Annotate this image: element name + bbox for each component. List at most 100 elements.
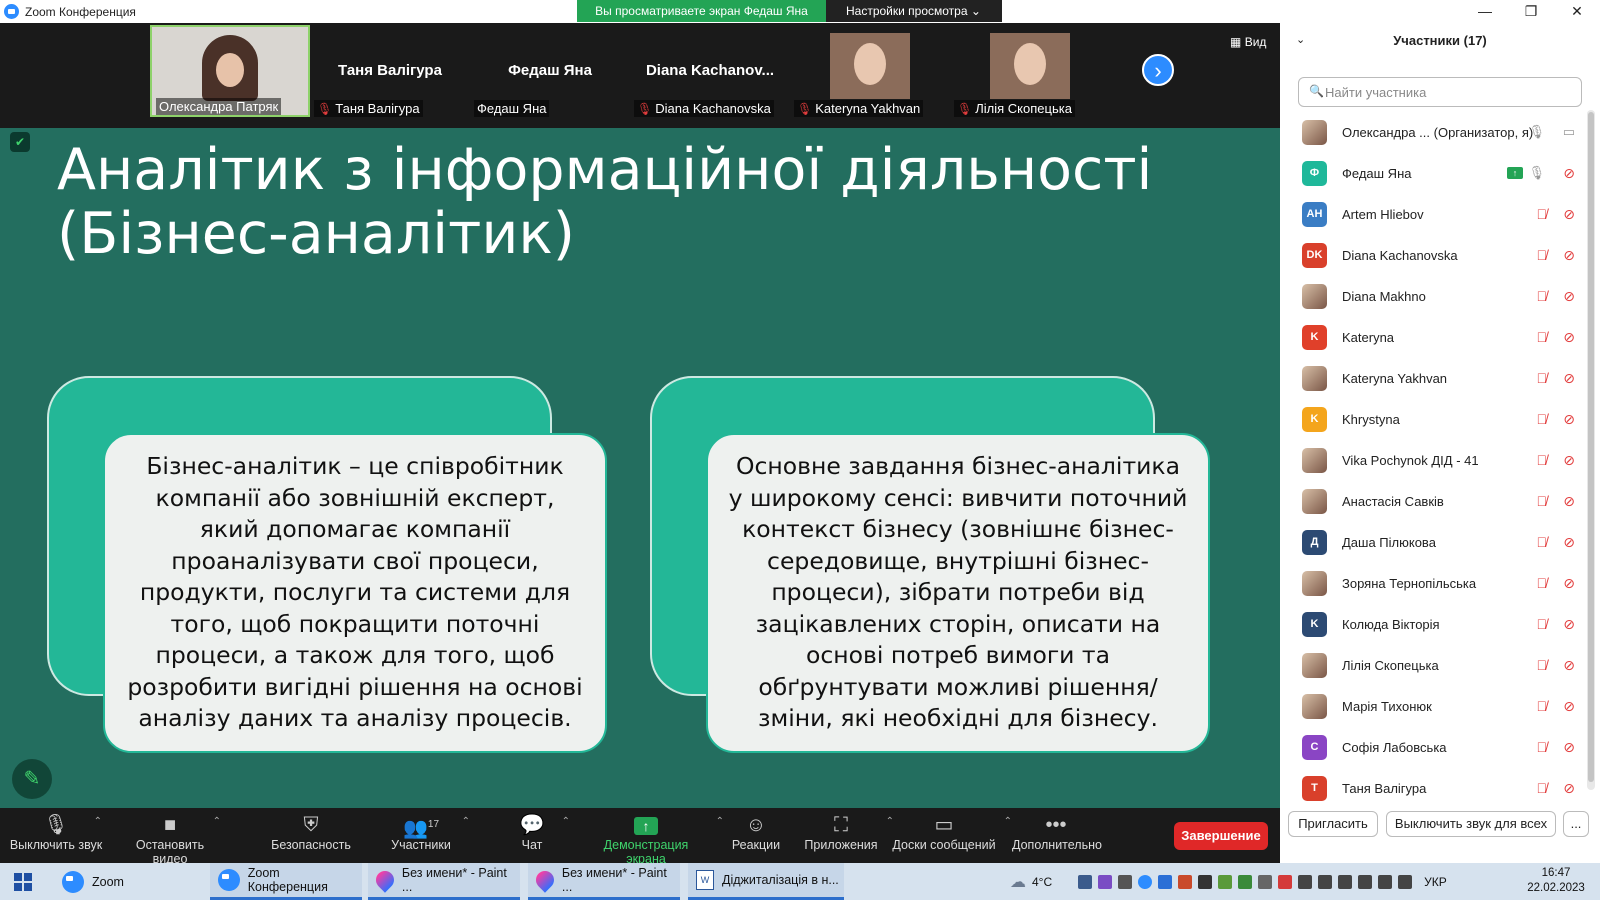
participant-row[interactable]: Д Даша Пілюкова 🎙̸ ⊘	[1280, 522, 1585, 563]
video-off-icon[interactable]: ⊘	[1563, 165, 1575, 182]
mic-muted-icon[interactable]: 🎙̸	[1537, 780, 1548, 796]
stop-video-button[interactable]: ■ Остановить видео ⌃	[117, 812, 223, 866]
tray-app-icon[interactable]	[1258, 874, 1273, 889]
mic-muted-icon[interactable]: 🎙̸	[1537, 288, 1548, 304]
view-button[interactable]: ▦ Вид	[1230, 35, 1266, 49]
participant-row[interactable]: Kateryna Yakhvan 🎙̸ ⊘	[1280, 358, 1585, 399]
participant-row[interactable]: Diana Makhno 🎙̸ ⊘	[1280, 276, 1585, 317]
speaker-icon[interactable]	[1358, 874, 1373, 889]
battery-icon[interactable]	[1398, 874, 1413, 889]
video-tile[interactable]: 🎙 Лілія Скопецька	[950, 25, 1110, 117]
participant-row[interactable]: K Khrystyna 🎙̸ ⊘	[1280, 399, 1585, 440]
tray-app-icon[interactable]	[1178, 874, 1193, 889]
participant-row[interactable]: Vika Pochynok ДІД - 41 🎙̸ ⊘	[1280, 440, 1585, 481]
tray-app-icon[interactable]	[1118, 874, 1133, 889]
video-off-icon[interactable]: ⊘	[1563, 247, 1575, 264]
video-off-icon[interactable]: ⊘	[1563, 534, 1575, 551]
video-tile[interactable]: Олександра Патряк	[150, 25, 310, 117]
mic-muted-icon[interactable]: 🎙̸	[1537, 698, 1548, 714]
participant-row[interactable]: Олександра ... (Организатор, я) 🎙 ▭	[1280, 112, 1585, 153]
mic-muted-icon[interactable]: 🎙̸	[1537, 411, 1548, 427]
taskbar-paint-2[interactable]: Без имени* - Paint ...	[528, 863, 680, 900]
tray-app-icon[interactable]	[1238, 874, 1253, 889]
participant-row[interactable]: AH Artem Hliebov 🎙̸ ⊘	[1280, 194, 1585, 235]
panel-more-button[interactable]: ...	[1563, 811, 1589, 837]
video-off-icon[interactable]: ⊘	[1563, 780, 1575, 797]
chevron-up-icon[interactable]: ⌃	[1004, 816, 1012, 827]
video-off-icon[interactable]: ⊘	[1563, 329, 1575, 346]
tray-app-icon[interactable]	[1198, 874, 1213, 889]
video-off-icon[interactable]: ⊘	[1563, 493, 1575, 510]
share-screen-button[interactable]: ↑ Демонстрация экрана ⌃	[584, 812, 724, 866]
mute-all-button[interactable]: Выключить звук для всех	[1386, 811, 1556, 837]
chevron-up-icon[interactable]: ⌃	[562, 816, 570, 827]
microphone-icon[interactable]: 🎙	[1528, 165, 1545, 181]
annotate-pencil-icon[interactable]: ✎	[12, 759, 52, 799]
participant-row[interactable]: Зоряна Тернопільська 🎙̸ ⊘	[1280, 563, 1585, 604]
chevron-up-icon[interactable]: ⌃	[213, 816, 221, 827]
whiteboards-button[interactable]: ▭ Доски сообщений ⌃	[892, 812, 1012, 852]
video-off-icon[interactable]: ⊘	[1563, 698, 1575, 715]
video-tile[interactable]: Таня Валігура 🎙 Таня Валігура	[310, 25, 470, 117]
view-settings-dropdown[interactable]: Настройки просмотра ⌄	[826, 0, 1002, 22]
chevron-up-icon[interactable]: ⌃	[716, 816, 724, 827]
chevron-down-icon[interactable]: ⌄	[1296, 33, 1305, 46]
video-off-icon[interactable]: ⊘	[1563, 575, 1575, 592]
video-off-icon[interactable]: ⊘	[1563, 206, 1575, 223]
participant-row[interactable]: С Софія Лабовська 🎙̸ ⊘	[1280, 727, 1585, 768]
end-meeting-button[interactable]: Завершение	[1174, 822, 1268, 850]
participant-row[interactable]: Анастасія Савків 🎙̸ ⊘	[1280, 481, 1585, 522]
video-off-icon[interactable]: ⊘	[1563, 288, 1575, 305]
bluetooth-icon[interactable]	[1158, 874, 1173, 889]
wifi-icon[interactable]	[1318, 874, 1333, 889]
reactions-button[interactable]: ☺ Реакции	[730, 812, 782, 852]
participant-row[interactable]: K Колюда Вікторія 🎙̸ ⊘	[1280, 604, 1585, 645]
video-off-icon[interactable]: ⊘	[1563, 411, 1575, 428]
mic-muted-icon[interactable]: 🎙̸	[1537, 206, 1548, 222]
apps-button[interactable]: ⛶ Приложения ⌃	[804, 812, 894, 852]
mic-muted-icon[interactable]: 🎙̸	[1537, 493, 1548, 509]
mic-muted-icon[interactable]: 🎙̸	[1537, 616, 1548, 632]
taskbar-paint-1[interactable]: Без имени* - Paint ...	[368, 863, 520, 900]
video-off-icon[interactable]: ⊘	[1563, 452, 1575, 469]
taskbar-zoom[interactable]: Zoom	[54, 863, 202, 900]
next-page-button[interactable]: ›	[1142, 54, 1174, 86]
clock[interactable]: 16:47 22.02.2023	[1520, 866, 1592, 896]
participant-row[interactable]: Лілія Скопецька 🎙̸ ⊘	[1280, 645, 1585, 686]
participant-row[interactable]: Т Таня Валігура 🎙̸ ⊘	[1280, 768, 1585, 809]
mute-button[interactable]: 🎙 Выключить звук ⌃	[8, 812, 104, 852]
video-off-icon[interactable]: ⊘	[1563, 739, 1575, 756]
video-tile[interactable]: Diana Kachanov... 🎙 Diana Kachanovska	[630, 25, 790, 117]
security-button[interactable]: ⛨ Безопасность	[268, 812, 354, 852]
participant-row[interactable]: DK Diana Kachanovska 🎙̸ ⊘	[1280, 235, 1585, 276]
participant-list-scrollbar[interactable]	[1587, 110, 1595, 790]
restore-button[interactable]: ❐	[1508, 0, 1554, 22]
tray-app-icon[interactable]	[1098, 874, 1113, 889]
input-language[interactable]: УКР	[1424, 875, 1447, 889]
participant-search-input[interactable]: 🔍 Найти участника	[1298, 77, 1582, 107]
mic-muted-icon[interactable]: 🎙̸	[1537, 370, 1548, 386]
invite-button[interactable]: Пригласить	[1288, 811, 1378, 837]
tray-app-icon[interactable]	[1218, 874, 1233, 889]
mic-muted-icon[interactable]: 🎙̸	[1537, 534, 1548, 550]
windows-start-icon[interactable]	[14, 873, 32, 891]
mic-muted-icon[interactable]: 🎙̸	[1537, 329, 1548, 345]
tray-app-icon[interactable]	[1298, 874, 1313, 889]
video-camera-icon[interactable]: ▭	[1563, 124, 1575, 140]
video-off-icon[interactable]: ⊘	[1563, 616, 1575, 633]
minimize-button[interactable]: —	[1462, 0, 1508, 22]
microphone-icon[interactable]	[1378, 874, 1393, 889]
mic-muted-icon[interactable]: 🎙̸	[1537, 247, 1548, 263]
participants-button[interactable]: 👥17 Участники ⌃	[388, 812, 470, 852]
chevron-up-icon[interactable]: ⌃	[462, 816, 470, 827]
taskbar-word[interactable]: W Діджиталізація в н...	[688, 863, 844, 900]
participant-row[interactable]: Ф Федаш Яна ↑ 🎙 ⊘	[1280, 153, 1585, 194]
camera-icon[interactable]	[1338, 874, 1353, 889]
chat-button[interactable]: 💬 Чат ⌃	[510, 812, 570, 852]
microphone-icon[interactable]: 🎙	[1528, 124, 1545, 140]
chevron-up-icon[interactable]: ⌃	[94, 816, 102, 827]
video-off-icon[interactable]: ⊘	[1563, 370, 1575, 387]
tray-app-icon[interactable]	[1278, 874, 1293, 889]
mic-muted-icon[interactable]: 🎙̸	[1537, 452, 1548, 468]
mic-muted-icon[interactable]: 🎙̸	[1537, 739, 1548, 755]
